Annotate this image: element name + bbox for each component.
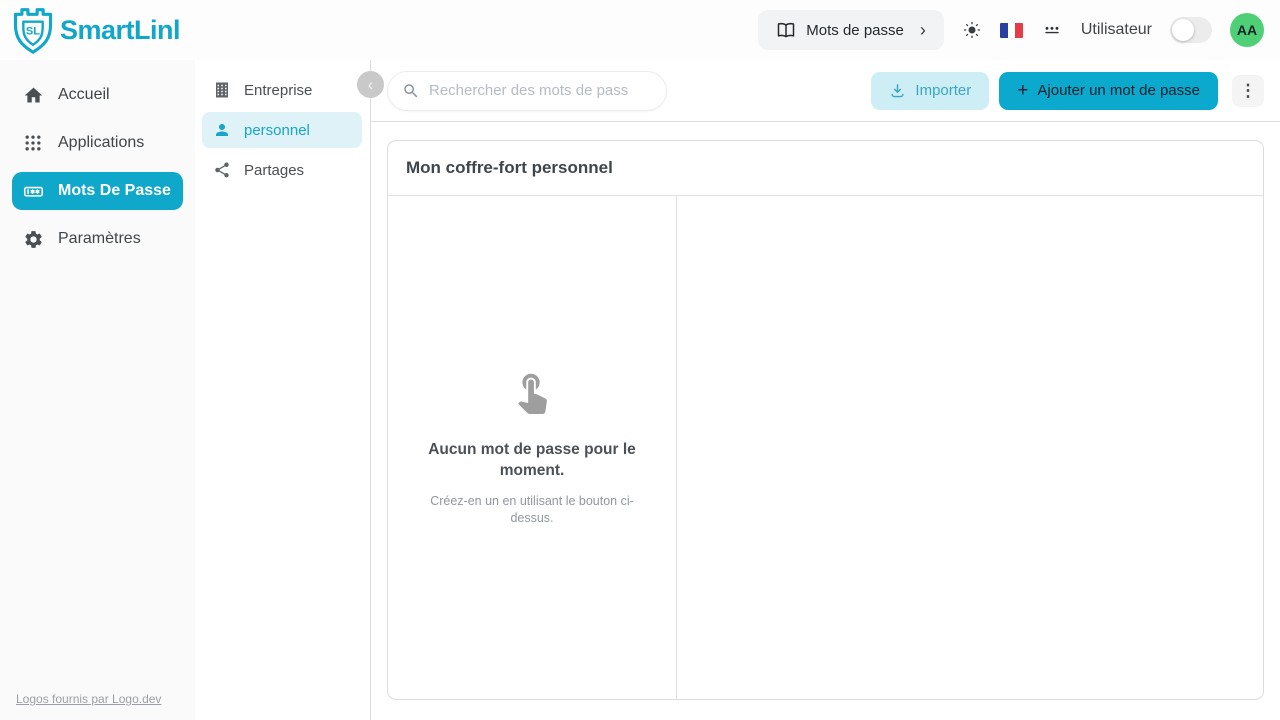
- share-icon: [212, 161, 232, 179]
- toolbar: Importer + Ajouter un mot de passe ⋮: [371, 60, 1280, 122]
- add-password-button[interactable]: + Ajouter un mot de passe: [999, 72, 1218, 110]
- content-area: Mon coffre-fort personnel Aucun mot de p…: [371, 122, 1280, 720]
- vault-nav-item-personnel[interactable]: personnel: [202, 112, 362, 148]
- brand-logo[interactable]: SL SmartLinl: [10, 6, 180, 54]
- personal-vault-card: Mon coffre-fort personnel Aucun mot de p…: [387, 140, 1264, 700]
- passwords-context-label: Mots de passe: [806, 22, 904, 39]
- sidebar-item-label: Applications: [58, 134, 144, 152]
- more-options-button[interactable]: ⋮: [1232, 75, 1264, 107]
- search-box[interactable]: [387, 71, 667, 111]
- add-password-label: Ajouter un mot de passe: [1037, 82, 1200, 99]
- tap-hand-icon: [509, 368, 555, 414]
- vault-nav-label: personnel: [244, 122, 310, 139]
- sun-icon: [962, 20, 982, 40]
- password-detail-column: [677, 196, 1263, 699]
- user-toggle-switch[interactable]: [1170, 17, 1212, 43]
- import-label: Importer: [915, 82, 971, 99]
- search-icon: [402, 82, 420, 100]
- language-flag-france[interactable]: [1000, 23, 1023, 38]
- vault-nav-label: Partages: [244, 162, 304, 179]
- building-icon: [212, 81, 232, 99]
- import-button[interactable]: Importer: [871, 72, 989, 110]
- sidebar-item-parametres[interactable]: Paramètres: [12, 220, 183, 258]
- password-field-icon: [22, 181, 44, 202]
- collapse-sidebar-button[interactable]: ‹: [357, 71, 384, 98]
- password-list-column: Aucun mot de passe pour le moment. Créez…: [388, 196, 677, 699]
- vault-card-body: Aucun mot de passe pour le moment. Créez…: [388, 196, 1263, 699]
- empty-state-subtitle: Créez-en un en utilisant le bouton ci-de…: [417, 493, 647, 527]
- flag-red-stripe: [1015, 23, 1023, 38]
- flag-blue-stripe: [1000, 23, 1008, 38]
- svg-text:SL: SL: [26, 26, 40, 38]
- password-dots-button[interactable]: [1041, 20, 1063, 40]
- download-icon: [889, 82, 906, 99]
- kebab-menu-icon: ⋮: [1240, 81, 1257, 100]
- empty-state-title: Aucun mot de passe pour le moment.: [420, 440, 645, 482]
- vault-card-title: Mon coffre-fort personnel: [388, 141, 1263, 196]
- gear-icon: [22, 229, 44, 250]
- logos-credit-link[interactable]: Logos fournis par Logo.dev: [16, 692, 161, 706]
- sidebar-item-label: Mots De Passe: [58, 182, 171, 200]
- vault-nav-label: Entreprise: [244, 82, 312, 99]
- plus-icon: +: [1017, 80, 1028, 102]
- search-input[interactable]: [429, 82, 652, 99]
- password-dots-icon: [1041, 20, 1063, 40]
- chevron-left-icon: ‹: [368, 75, 374, 94]
- person-icon: [212, 121, 232, 139]
- vault-nav: Entreprise personnel Partages: [195, 60, 370, 720]
- sidebar-item-mots-de-passe[interactable]: Mots De Passe: [12, 172, 183, 210]
- user-label: Utilisateur: [1081, 21, 1152, 39]
- sidebar-item-applications[interactable]: Applications: [12, 124, 183, 162]
- brand-name: SmartLinl: [60, 15, 180, 46]
- apps-grid-icon: [22, 133, 44, 153]
- flag-white-stripe: [1008, 23, 1016, 38]
- vault-nav-item-entreprise[interactable]: Entreprise: [202, 72, 362, 108]
- main-panel: ‹ Importer: [370, 60, 1280, 720]
- passwords-context-button[interactable]: Mots de passe ›: [758, 10, 944, 50]
- primary-sidebar: Accueil Applications: [0, 60, 195, 720]
- toggle-knob: [1172, 19, 1194, 41]
- top-bar: SL SmartLinl Mots de passe ›: [0, 0, 1280, 60]
- sidebar-item-label: Paramètres: [58, 230, 141, 248]
- vault-nav-item-partages[interactable]: Partages: [202, 152, 362, 188]
- sidebar-item-accueil[interactable]: Accueil: [12, 76, 183, 114]
- chevron-right-icon: ›: [920, 21, 926, 39]
- book-icon: [776, 20, 796, 40]
- sidebar-item-label: Accueil: [58, 86, 110, 104]
- app-window: SL SmartLinl Mots de passe ›: [0, 0, 1280, 720]
- theme-toggle-button[interactable]: [962, 20, 982, 40]
- app-body: Accueil Applications: [0, 60, 1280, 720]
- top-bar-actions: Mots de passe ›: [758, 10, 1264, 50]
- user-avatar[interactable]: AA: [1230, 13, 1264, 47]
- shield-logo-icon: SL: [10, 6, 56, 54]
- home-icon: [22, 85, 44, 106]
